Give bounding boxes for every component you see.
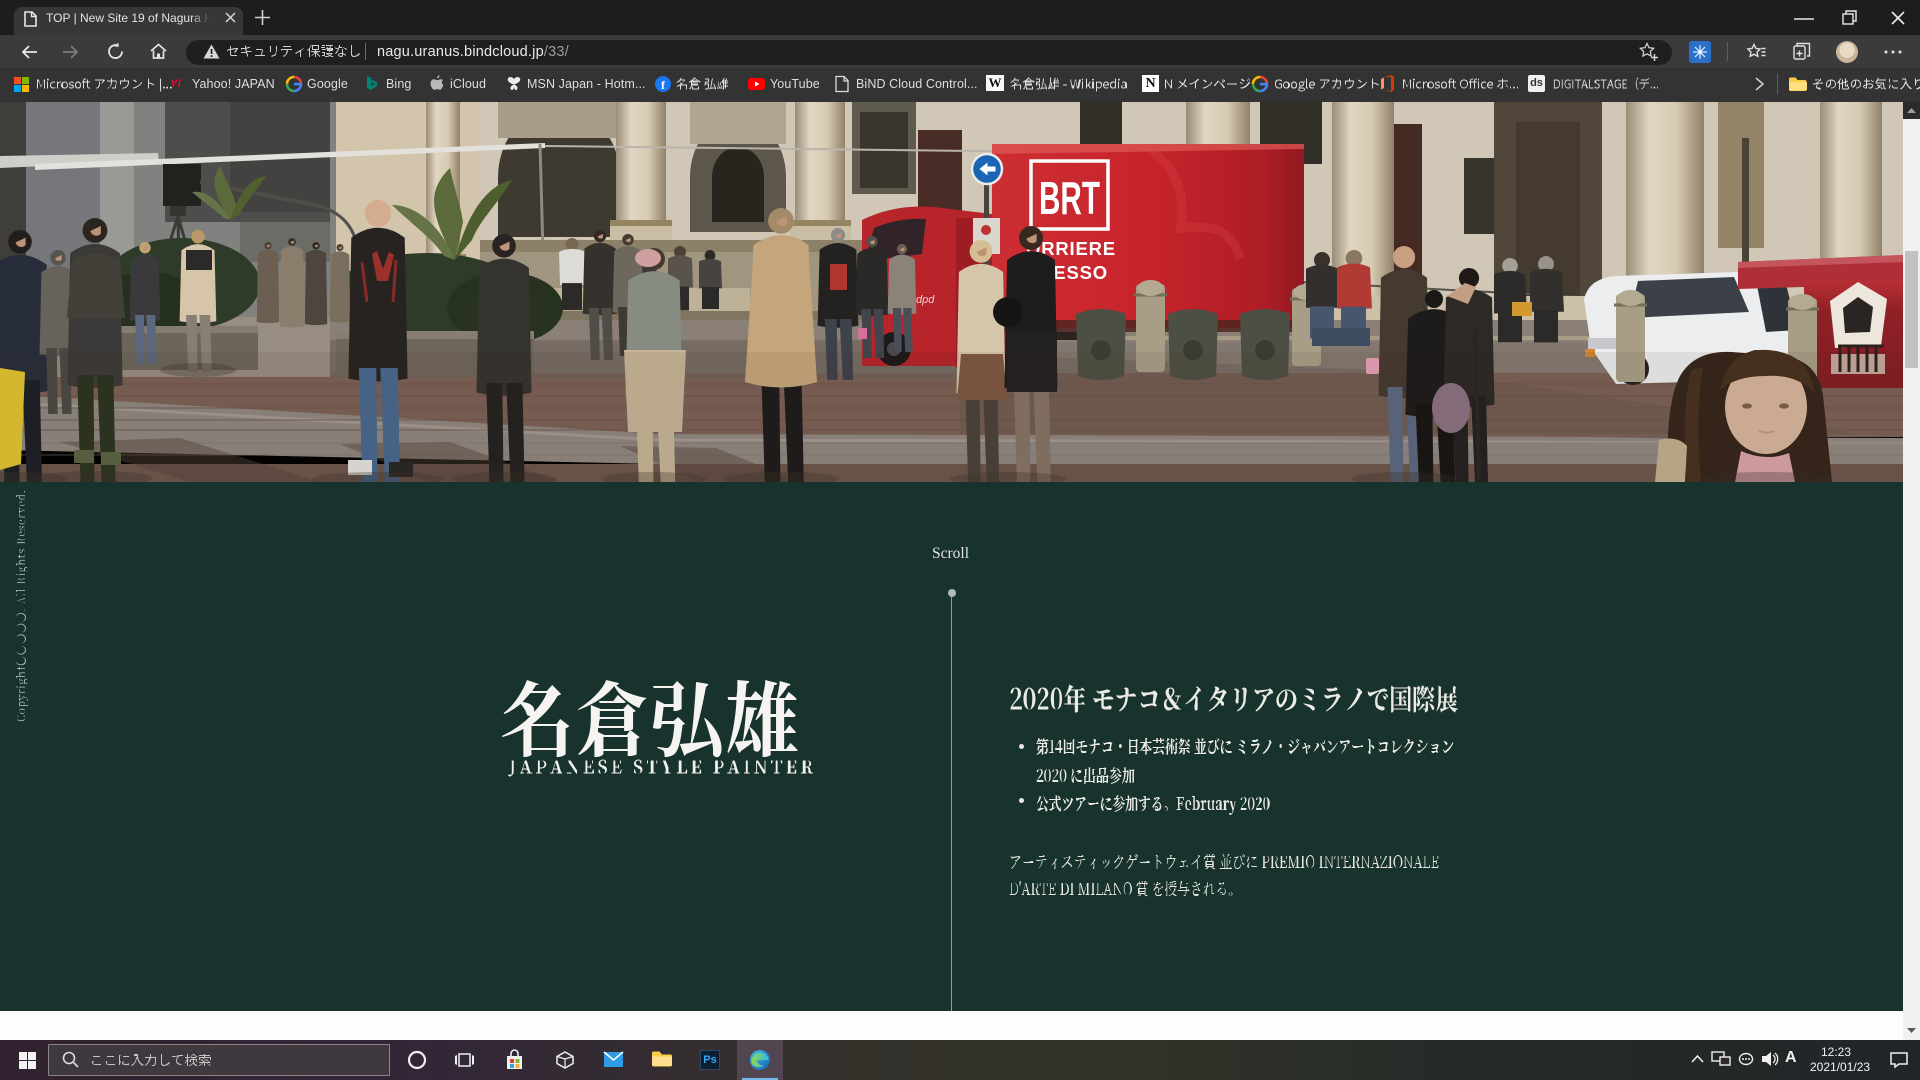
svg-text:dpd: dpd — [916, 294, 935, 306]
svg-text:BRT: BRT — [1039, 172, 1100, 224]
